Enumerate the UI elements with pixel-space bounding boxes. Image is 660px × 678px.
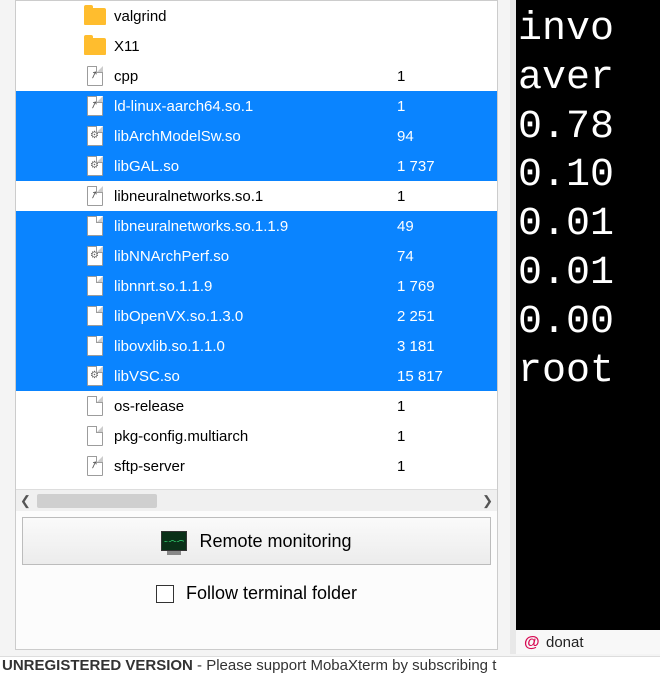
scrollbar-track[interactable] xyxy=(37,494,476,508)
file-icon xyxy=(82,425,108,447)
file-row[interactable]: libneuralnetworks.so.11 xyxy=(16,181,497,211)
remote-monitoring-button[interactable]: Remote monitoring xyxy=(22,517,491,565)
file-size: 94 xyxy=(397,128,477,145)
symlink-icon xyxy=(82,95,108,117)
file-row[interactable]: libOpenVX.so.1.3.02 251 xyxy=(16,301,497,331)
terminal-line: invo xyxy=(518,6,660,55)
file-icon xyxy=(82,395,108,417)
donate-label: donat xyxy=(546,634,584,651)
file-size: 74 xyxy=(397,248,477,265)
file-row[interactable]: cpp1 xyxy=(16,61,497,91)
file-size: 1 xyxy=(397,68,477,85)
scroll-right-arrow[interactable]: ❯ xyxy=(482,493,493,509)
follow-terminal-row[interactable]: Follow terminal folder xyxy=(16,583,497,604)
shared-lib-icon xyxy=(82,125,108,147)
file-row[interactable]: libArchModelSw.so94 xyxy=(16,121,497,151)
file-name: X11 xyxy=(114,38,397,55)
symlink-icon xyxy=(82,185,108,207)
file-row[interactable]: libovxlib.so.1.1.03 181 xyxy=(16,331,497,361)
file-row[interactable]: os-release1 xyxy=(16,391,497,421)
file-name: libnnrt.so.1.1.9 xyxy=(114,278,397,295)
file-size: 49 xyxy=(397,218,477,235)
monitor-icon xyxy=(161,531,187,551)
file-icon xyxy=(82,335,108,357)
remote-monitoring-label: Remote monitoring xyxy=(199,531,351,552)
file-name: sftp-server xyxy=(114,458,397,475)
file-name: valgrind xyxy=(114,8,397,25)
terminal-output[interactable]: invoaver0.780.100.010.010.00root xyxy=(510,0,660,630)
sftp-sidebar: valgrindX11cpp1ld-linux-aarch64.so.11lib… xyxy=(15,0,498,650)
follow-terminal-checkbox[interactable] xyxy=(156,585,174,603)
terminal-line: 0.78 xyxy=(518,104,660,153)
file-row[interactable]: libnnrt.so.1.1.91 769 xyxy=(16,271,497,301)
file-icon xyxy=(82,215,108,237)
file-row[interactable]: libGAL.so1 737 xyxy=(16,151,497,181)
terminal-line: 0.01 xyxy=(518,250,660,299)
file-name: libNNArchPerf.so xyxy=(114,248,397,265)
file-size: 1 xyxy=(397,428,477,445)
file-size: 2 251 xyxy=(397,308,477,325)
file-name: pkg-config.multiarch xyxy=(114,428,397,445)
scroll-left-arrow[interactable]: ❮ xyxy=(20,493,31,509)
file-name: libneuralnetworks.so.1.1.9 xyxy=(114,218,397,235)
status-sep: - xyxy=(193,657,206,674)
file-size: 1 737 xyxy=(397,158,477,175)
file-list[interactable]: valgrindX11cpp1ld-linux-aarch64.so.11lib… xyxy=(16,1,497,489)
file-name: libOpenVX.so.1.3.0 xyxy=(114,308,397,325)
unregistered-label: UNREGISTERED VERSION xyxy=(2,657,193,674)
file-row[interactable]: libVSC.so15 817 xyxy=(16,361,497,391)
file-name: libArchModelSw.so xyxy=(114,128,397,145)
terminal-line: root xyxy=(518,348,660,397)
terminal-line: 0.10 xyxy=(518,152,660,201)
terminal-line: 0.00 xyxy=(518,299,660,348)
shared-lib-icon xyxy=(82,245,108,267)
file-name: libovxlib.so.1.1.0 xyxy=(114,338,397,355)
status-message: Please support MobaXterm by subscribing … xyxy=(206,657,496,674)
terminal-line: aver xyxy=(518,55,660,104)
status-bar: UNREGISTERED VERSION - Please support Mo… xyxy=(0,656,660,678)
file-icon xyxy=(82,275,108,297)
debian-icon: @ xyxy=(524,634,540,650)
file-size: 1 769 xyxy=(397,278,477,295)
file-row[interactable]: pkg-config.multiarch1 xyxy=(16,421,497,451)
file-size: 1 xyxy=(397,458,477,475)
file-size: 15 817 xyxy=(397,368,477,385)
folder-row[interactable]: X11 xyxy=(16,31,497,61)
file-name: os-release xyxy=(114,398,397,415)
file-row[interactable]: libNNArchPerf.so74 xyxy=(16,241,497,271)
file-name: libVSC.so xyxy=(114,368,397,385)
file-row[interactable]: ld-linux-aarch64.so.11 xyxy=(16,91,497,121)
folder-row[interactable]: valgrind xyxy=(16,1,497,31)
symlink-icon xyxy=(82,455,108,477)
file-icon xyxy=(82,305,108,327)
folder-icon xyxy=(82,35,108,57)
file-name: libneuralnetworks.so.1 xyxy=(114,188,397,205)
file-row[interactable]: sftp-server1 xyxy=(16,451,497,481)
file-name: libGAL.so xyxy=(114,158,397,175)
file-name: cpp xyxy=(114,68,397,85)
horizontal-scrollbar[interactable]: ❮ ❯ xyxy=(16,489,497,511)
file-size: 1 xyxy=(397,188,477,205)
file-size: 3 181 xyxy=(397,338,477,355)
file-name: ld-linux-aarch64.so.1 xyxy=(114,98,397,115)
file-size: 1 xyxy=(397,398,477,415)
file-size: 1 xyxy=(397,98,477,115)
follow-terminal-label: Follow terminal folder xyxy=(186,583,357,604)
shared-lib-icon xyxy=(82,365,108,387)
file-row[interactable]: libneuralnetworks.so.1.1.949 xyxy=(16,211,497,241)
shared-lib-icon xyxy=(82,155,108,177)
folder-icon xyxy=(82,5,108,27)
terminal-line: 0.01 xyxy=(518,201,660,250)
symlink-icon xyxy=(82,65,108,87)
donate-bar[interactable]: @ donat xyxy=(510,630,660,654)
scrollbar-thumb[interactable] xyxy=(37,494,157,508)
